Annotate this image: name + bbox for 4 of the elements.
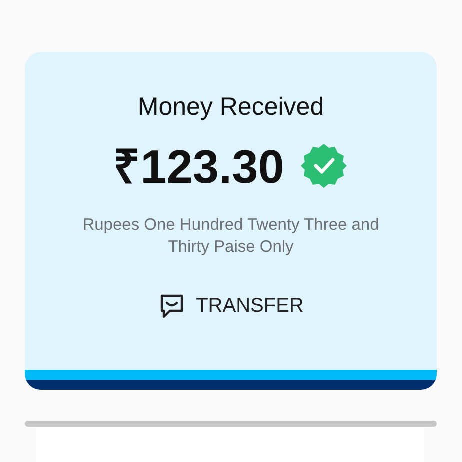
transfer-button[interactable]: TRANSFER — [158, 290, 304, 321]
amount: ₹123.30 — [114, 142, 284, 190]
amount-in-words: Rupees One Hundred Twenty Three and Thirty Paise Only — [82, 215, 380, 258]
title: Money Received — [138, 92, 324, 122]
